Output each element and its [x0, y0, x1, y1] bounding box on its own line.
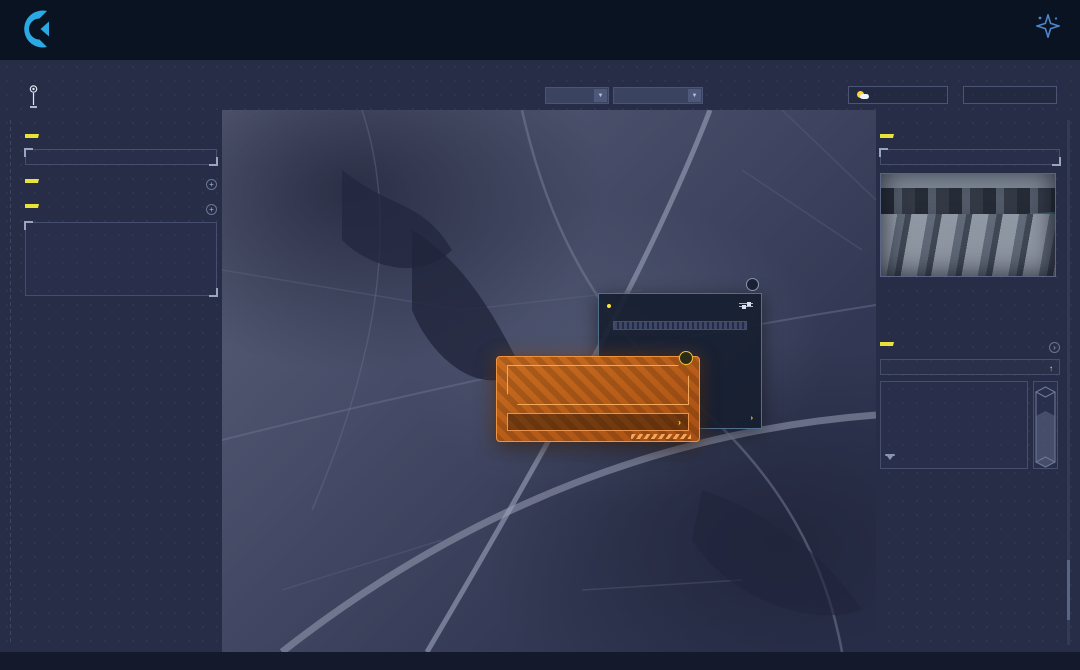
workbook-stats: ↑	[880, 359, 1060, 375]
close-icon[interactable]	[746, 278, 759, 291]
date-widget	[963, 86, 1057, 104]
system-failure-alert: ›	[496, 356, 700, 442]
next-page-button[interactable]: ›	[1049, 342, 1060, 353]
footer-bar	[0, 652, 1080, 670]
add-schedule-button[interactable]: +	[206, 179, 217, 190]
radar-chart	[882, 475, 986, 571]
status-dot	[607, 304, 611, 308]
data-7days-panel: +	[25, 204, 217, 296]
chevron-down-icon: ▼	[688, 89, 701, 102]
control-panel: +	[25, 179, 217, 190]
left-ruler	[10, 120, 11, 645]
dashboard: › ›	[0, 60, 1080, 670]
week-line-chart	[25, 222, 217, 296]
workbook-bar-chart	[880, 381, 1028, 469]
promo-banner	[0, 0, 1080, 60]
sparkle-star-icon	[1036, 14, 1060, 38]
panel-title-badge	[880, 134, 894, 138]
tank-gauge	[1033, 381, 1058, 469]
lanlan-logo	[16, 8, 62, 50]
region-select[interactable]: ▼	[613, 87, 703, 104]
camera-pan-pad	[880, 283, 929, 332]
brightness-bar	[613, 321, 747, 330]
area-select[interactable]: ▼	[545, 87, 609, 104]
camera-feed	[880, 173, 1056, 277]
filter-sliders-icon[interactable]	[739, 301, 753, 311]
alert-frame	[507, 365, 689, 405]
screen: › ›	[0, 0, 1080, 670]
environment-panel	[880, 125, 1060, 165]
popup-more-button[interactable]: ›	[747, 413, 754, 422]
app-title-block	[28, 85, 46, 109]
close-icon[interactable]	[679, 351, 693, 365]
hatch-decoration	[631, 434, 691, 439]
inspiration-collect[interactable]	[1036, 14, 1066, 38]
camera-panel	[880, 173, 1060, 332]
right-scrollbar[interactable]	[1067, 120, 1070, 645]
current-data-panel	[25, 125, 217, 165]
radar-panel	[880, 473, 1060, 573]
city-map[interactable]: › ›	[222, 110, 876, 652]
bar-tooltip	[885, 454, 895, 456]
streetlamp-icon	[28, 85, 39, 109]
panel-title-badge	[880, 342, 894, 346]
panel-title-badge	[25, 134, 39, 138]
workbook-panel: › ↑	[880, 342, 1060, 469]
sun-cloud-icon	[857, 91, 869, 100]
panel-title-badge	[25, 179, 39, 183]
expand-chart-button[interactable]: +	[206, 204, 217, 215]
lanlan-logo-icon	[16, 8, 56, 50]
alert-more-button[interactable]: ›	[674, 417, 681, 427]
chevron-down-icon: ▼	[594, 89, 607, 102]
panel-title-badge	[25, 204, 39, 208]
up-arrow-icon: ↑	[1049, 364, 1053, 373]
weather-widget	[848, 86, 948, 104]
